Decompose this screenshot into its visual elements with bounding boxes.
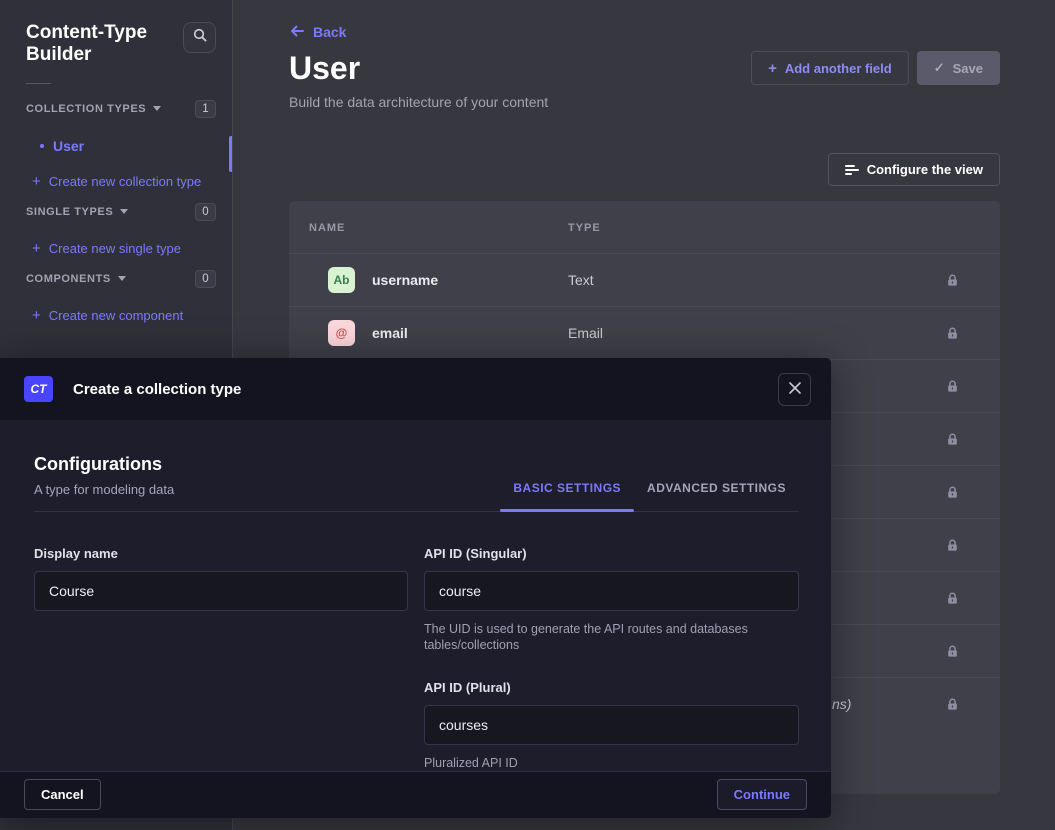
check-icon: ✓ bbox=[934, 60, 945, 76]
lock-icon bbox=[945, 379, 960, 399]
text-field-icon: Ab bbox=[328, 267, 355, 293]
app-title: Content-Type Builder bbox=[26, 22, 156, 67]
api-id-singular-label: API ID (Singular) bbox=[424, 546, 799, 561]
field-type: Text bbox=[568, 272, 594, 288]
create-collection-modal: CT Create a collection type Configuratio… bbox=[0, 358, 831, 818]
tab-basic-settings[interactable]: BASIC SETTINGS bbox=[500, 481, 634, 511]
display-name-input[interactable] bbox=[34, 571, 408, 611]
sidebar-divider bbox=[26, 83, 51, 84]
table-header: NAME TYPE bbox=[289, 201, 1000, 253]
modal-footer: Cancel Continue bbox=[0, 771, 831, 818]
table-row[interactable]: @ email Email bbox=[289, 306, 1000, 359]
plus-icon: + bbox=[32, 241, 41, 256]
chevron-down-icon bbox=[120, 209, 128, 214]
api-id-singular-help: The UID is used to generate the API rout… bbox=[424, 621, 799, 654]
display-name-label: Display name bbox=[34, 546, 408, 561]
field-name: email bbox=[372, 325, 408, 341]
column-header-type: TYPE bbox=[568, 222, 601, 234]
chevron-down-icon bbox=[153, 106, 161, 111]
page-title: User bbox=[289, 50, 360, 87]
email-field-icon: @ bbox=[328, 320, 355, 346]
configure-view-button[interactable]: Configure the view bbox=[828, 153, 1000, 186]
field-name: username bbox=[372, 272, 438, 288]
create-single-type-link[interactable]: + Create new single type bbox=[32, 241, 216, 256]
bullet-icon bbox=[40, 144, 44, 148]
api-id-plural-input[interactable] bbox=[424, 705, 799, 745]
save-button[interactable]: ✓ Save bbox=[917, 51, 1000, 85]
add-another-field-button[interactable]: + Add another field bbox=[751, 51, 909, 85]
create-collection-type-link[interactable]: + Create new collection type bbox=[32, 174, 216, 189]
field-type-fragment: ns) bbox=[832, 696, 851, 712]
close-button[interactable] bbox=[778, 373, 811, 406]
modal-title: Create a collection type bbox=[73, 381, 241, 398]
search-icon bbox=[192, 27, 208, 48]
layout-lines-icon bbox=[845, 165, 859, 175]
lock-icon bbox=[945, 326, 960, 346]
collection-types-count: 1 bbox=[195, 100, 216, 118]
content-type-badge: CT bbox=[24, 376, 53, 402]
close-icon bbox=[789, 382, 801, 397]
back-link[interactable]: Back bbox=[289, 24, 346, 40]
lock-icon bbox=[945, 485, 960, 505]
continue-button[interactable]: Continue bbox=[717, 779, 807, 810]
lock-icon bbox=[945, 432, 960, 452]
plus-icon: + bbox=[32, 308, 41, 323]
api-id-singular-input[interactable] bbox=[424, 571, 799, 611]
components-count: 0 bbox=[195, 270, 216, 288]
lock-icon bbox=[945, 697, 960, 717]
plus-icon: + bbox=[768, 61, 777, 76]
lock-icon bbox=[945, 538, 960, 558]
plus-icon: + bbox=[32, 174, 41, 189]
search-button[interactable] bbox=[183, 22, 216, 53]
lock-icon bbox=[945, 591, 960, 611]
active-item-indicator bbox=[229, 136, 232, 172]
tab-advanced-settings[interactable]: ADVANCED SETTINGS bbox=[634, 481, 799, 511]
lock-icon bbox=[945, 273, 960, 293]
sidebar-item-user[interactable]: User bbox=[40, 138, 216, 154]
section-components[interactable]: COMPONENTS 0 bbox=[26, 270, 216, 288]
chevron-down-icon bbox=[118, 276, 126, 281]
api-id-plural-help: Pluralized API ID bbox=[424, 755, 799, 771]
single-types-count: 0 bbox=[195, 203, 216, 221]
lock-icon bbox=[945, 644, 960, 664]
configurations-subtitle: A type for modeling data bbox=[34, 482, 174, 511]
create-component-link[interactable]: + Create new component bbox=[32, 308, 216, 323]
modal-body: Configurations A type for modeling data … bbox=[0, 420, 831, 771]
section-collection-types[interactable]: COLLECTION TYPES 1 bbox=[26, 100, 216, 118]
table-row[interactable]: Ab username Text bbox=[289, 253, 1000, 306]
cancel-button[interactable]: Cancel bbox=[24, 779, 101, 810]
field-type: Email bbox=[568, 325, 603, 341]
section-single-types[interactable]: SINGLE TYPES 0 bbox=[26, 203, 216, 221]
api-id-plural-label: API ID (Plural) bbox=[424, 680, 799, 695]
column-header-name: NAME bbox=[309, 222, 345, 234]
configurations-title: Configurations bbox=[34, 454, 174, 475]
arrow-left-icon bbox=[289, 23, 305, 42]
page-subtitle: Build the data architecture of your cont… bbox=[289, 94, 1000, 111]
settings-tabs: BASIC SETTINGS ADVANCED SETTINGS bbox=[500, 481, 799, 511]
modal-header: CT Create a collection type bbox=[0, 358, 831, 420]
